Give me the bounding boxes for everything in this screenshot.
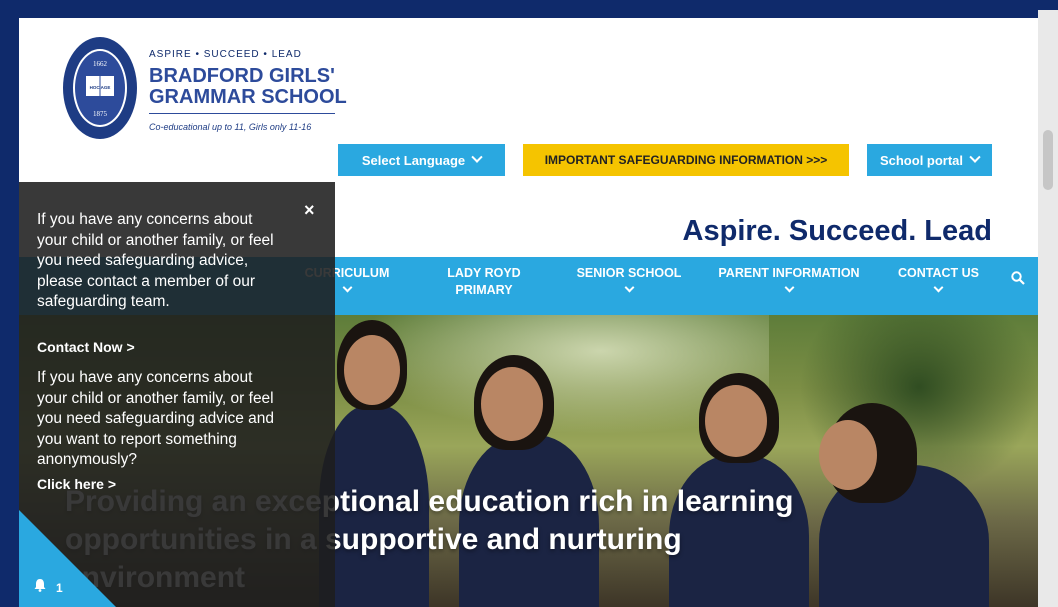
student-face <box>819 420 877 490</box>
nav-item-parent-information[interactable]: PARENT INFORMATION <box>709 265 869 293</box>
chevron-down-icon <box>784 282 794 293</box>
school-subtitle: Co-educational up to 11, Girls only 11-1… <box>149 122 312 132</box>
bell-icon[interactable] <box>33 578 47 592</box>
top-strip <box>19 10 1038 18</box>
safeguarding-info-button[interactable]: IMPORTANT SAFEGUARDING INFORMATION >>> <box>523 144 849 176</box>
nav-item-lady-royd-primary[interactable]: LADY ROYD PRIMARY <box>434 265 534 299</box>
page-headline: Aspire. Succeed. Lead <box>682 215 992 247</box>
search-icon[interactable] <box>1011 271 1025 285</box>
school-name-line2: GRAMMAR SCHOOL <box>149 86 347 108</box>
school-crest-logo[interactable]: 1662 HOC AGE 1875 <box>62 36 138 140</box>
school-name-line1: BRADFORD GIRLS' <box>149 65 335 87</box>
school-portal-label: School portal <box>879 152 964 168</box>
contact-now-link[interactable]: Contact Now > <box>37 339 135 355</box>
page-scrollbar[interactable] <box>1038 10 1058 607</box>
scrollbar-thumb[interactable] <box>1043 130 1053 190</box>
chevron-down-icon <box>471 151 483 163</box>
safeguarding-paragraph-1: If you have any concerns about your chil… <box>37 211 274 310</box>
nav-item-label: CONTACT US <box>897 266 979 280</box>
close-icon[interactable]: × <box>304 200 315 221</box>
crest-year-top: 1662 <box>93 60 108 68</box>
safeguarding-paragraph-2: If you have any concerns about your chil… <box>37 369 274 468</box>
nav-item-label: SENIOR SCHOOL <box>576 266 682 280</box>
nav-item-contact-us[interactable]: CONTACT US <box>891 265 986 293</box>
safeguarding-info-label: IMPORTANT SAFEGUARDING INFORMATION >>> <box>544 153 828 167</box>
nav-item-label: PARENT INFORMATION <box>718 266 860 280</box>
crest-motto: HOC AGE <box>90 85 111 90</box>
chevron-down-icon <box>969 151 981 163</box>
logo-divider <box>149 113 335 114</box>
chevron-down-icon <box>342 282 352 293</box>
crest-year-bottom: 1875 <box>93 110 108 118</box>
school-name[interactable]: BRADFORD GIRLS' GRAMMAR SCHOOL <box>149 66 349 108</box>
nav-item-label: LADY ROYD PRIMARY <box>447 266 521 297</box>
tagline-small: ASPIRE • SUCCEED • LEAD <box>149 49 302 60</box>
select-language-button[interactable]: Select Language <box>338 144 505 176</box>
select-language-label: Select Language <box>361 152 466 168</box>
student-face <box>344 335 400 405</box>
browser-viewport: 1662 HOC AGE 1875 ASPIRE • SUCCEED • LEA… <box>19 10 1038 607</box>
notification-tab[interactable] <box>19 510 116 607</box>
chevron-down-icon <box>933 282 944 293</box>
school-portal-button[interactable]: School portal <box>867 144 992 176</box>
nav-item-senior-school[interactable]: SENIOR SCHOOL <box>569 265 689 293</box>
student-face <box>705 385 767 457</box>
student-face <box>481 367 543 441</box>
chevron-down-icon <box>624 282 634 293</box>
click-here-link[interactable]: Click here > <box>37 476 116 492</box>
notification-count: 1 <box>56 581 63 595</box>
